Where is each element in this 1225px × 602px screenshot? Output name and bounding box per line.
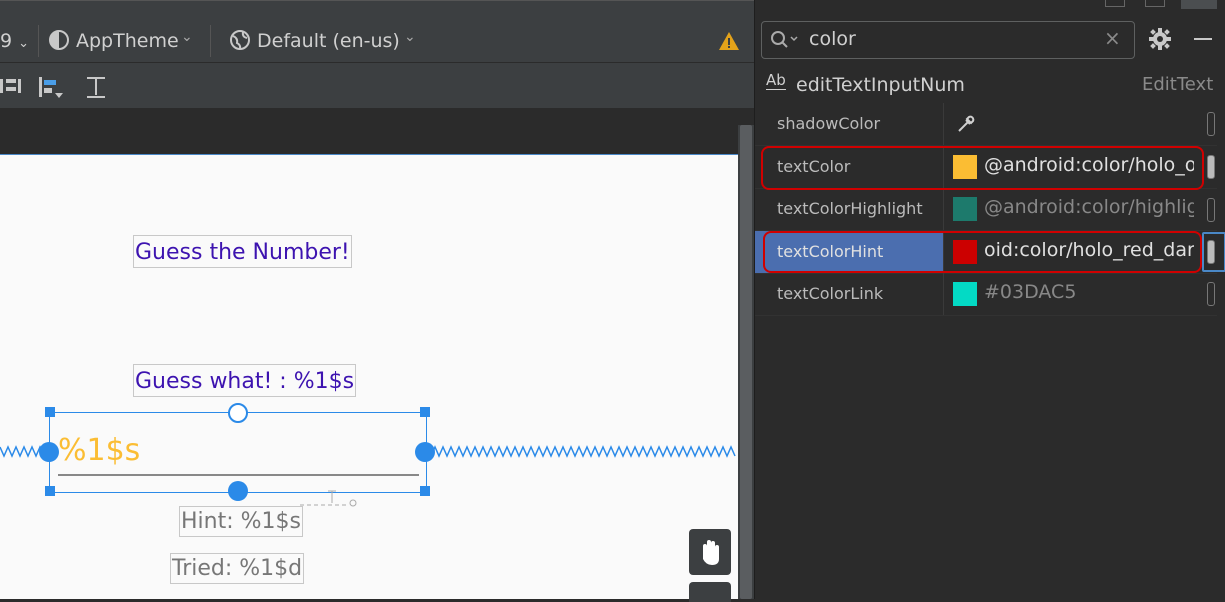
- minimize-icon[interactable]: [1194, 38, 1212, 40]
- pan-button[interactable]: [689, 529, 731, 575]
- attribute-value[interactable]: @android:color/highlig: [984, 196, 1194, 218]
- resize-handle[interactable]: [420, 407, 430, 417]
- right-constraint-line: [427, 445, 736, 458]
- theme-label[interactable]: AppTheme: [76, 30, 179, 52]
- tried-textview[interactable]: Tried: %1$d: [170, 553, 305, 584]
- locale-selector[interactable]: [229, 29, 251, 55]
- chevron-down-icon: ⌄: [18, 36, 30, 51]
- warning-icon[interactable]: [718, 31, 740, 55]
- layout-toolbar: [0, 62, 754, 109]
- resource-picker-button[interactable]: [1207, 155, 1215, 179]
- column-divider: [943, 273, 944, 315]
- bottom-anchor-handle[interactable]: [228, 481, 248, 501]
- distribute-icon[interactable]: [0, 75, 22, 103]
- api-level-value: 9: [0, 30, 13, 52]
- attribute-row-textcolorhighlight[interactable]: textColorHighlight @android:color/highli…: [755, 188, 1217, 231]
- right-anchor-handle[interactable]: [415, 442, 435, 462]
- color-swatch[interactable]: [953, 197, 977, 221]
- attribute-name: textColorHighlight: [777, 199, 923, 218]
- resize-handle[interactable]: [420, 486, 430, 496]
- hint-textview[interactable]: Hint: %1$s: [179, 506, 303, 537]
- gear-icon[interactable]: [1148, 27, 1172, 55]
- title-textview[interactable]: Guess the Number!: [133, 235, 352, 268]
- column-divider: [943, 103, 944, 145]
- baseline-icon[interactable]: [85, 75, 109, 105]
- component-id: editTextInputNum: [796, 74, 965, 96]
- window-control-icon[interactable]: [1145, 0, 1165, 7]
- annotation-highlight: [761, 146, 1204, 190]
- annotation-highlight: [763, 231, 1202, 273]
- color-swatch[interactable]: [953, 282, 977, 306]
- design-toolbar: 9 ⌄ AppTheme ⌄ Default (en-us) ⌄: [0, 0, 754, 63]
- resource-picker-button[interactable]: [1207, 282, 1215, 306]
- chevron-down-icon: ⌄: [404, 29, 416, 45]
- window-control-icon[interactable]: [1105, 0, 1125, 7]
- edittext-underline: [58, 474, 419, 476]
- textview-type-icon: Ab: [766, 71, 786, 90]
- design-canvas[interactable]: Guess the Number! Guess what! : %1$s %1$…: [0, 155, 738, 602]
- attribute-search-input[interactable]: color ×: [761, 21, 1135, 59]
- resource-picker-button[interactable]: [1207, 240, 1215, 264]
- baseline-indicator: [300, 490, 357, 507]
- clear-icon[interactable]: ×: [1104, 26, 1121, 50]
- theme-selector[interactable]: [48, 29, 70, 55]
- attribute-row-shadowcolor[interactable]: shadowColor: [755, 103, 1217, 146]
- theme-icon: [49, 30, 69, 50]
- toolbar-divider: [210, 25, 211, 57]
- chevron-down-icon: ⌄: [181, 29, 193, 45]
- search-icon: [771, 31, 798, 48]
- resize-handle[interactable]: [45, 486, 55, 496]
- edittext-hint: %1$s: [58, 433, 141, 468]
- attribute-row-textcolorlink[interactable]: textColorLink #03DAC5: [755, 273, 1217, 316]
- resize-handle[interactable]: [45, 407, 55, 417]
- top-anchor-handle[interactable]: [228, 403, 248, 423]
- attribute-value[interactable]: #03DAC5: [984, 281, 1194, 303]
- attribute-name: shadowColor: [777, 114, 881, 133]
- canvas-header: [0, 108, 754, 155]
- attribute-name: textColorLink: [777, 284, 884, 303]
- guess-textview[interactable]: Guess what! : %1$s: [133, 364, 357, 397]
- hand-icon: [703, 540, 719, 565]
- column-divider: [943, 188, 944, 230]
- eyedropper-icon[interactable]: [955, 112, 977, 134]
- component-type: EditText: [1142, 74, 1214, 95]
- zoom-button[interactable]: [689, 582, 731, 602]
- search-value: color: [809, 28, 856, 50]
- globe-icon: [230, 30, 250, 50]
- locale-label[interactable]: Default (en-us): [257, 30, 400, 52]
- canvas-scroll-thumb[interactable]: [740, 125, 752, 599]
- resource-picker-button[interactable]: [1207, 112, 1215, 136]
- left-anchor-handle[interactable]: [39, 442, 59, 462]
- resource-picker-button[interactable]: [1207, 198, 1215, 222]
- align-left-icon[interactable]: [39, 75, 65, 105]
- api-level-selector[interactable]: 9 ⌄: [0, 30, 29, 52]
- toolbar-divider: [38, 25, 39, 57]
- window-control-icon[interactable]: [1181, 0, 1217, 9]
